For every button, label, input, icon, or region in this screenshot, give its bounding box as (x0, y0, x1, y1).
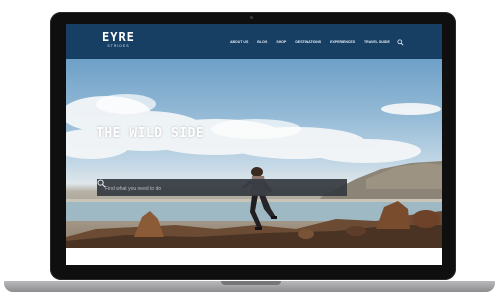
page-content-area (66, 248, 442, 265)
nav-item-destinations[interactable]: DESTINATIONS (295, 40, 321, 44)
laptop-notch (221, 281, 281, 285)
search-icon[interactable] (397, 39, 404, 46)
nav-item-about-us[interactable]: ABOUT US (230, 40, 248, 44)
hero-search-bar (97, 179, 347, 198)
logo-subtext: STRIDES (107, 44, 130, 48)
nav-item-travel-guide[interactable]: TRAVEL GUIDE (364, 40, 390, 44)
hero-search-input[interactable] (103, 179, 332, 198)
site-logo[interactable]: EYRE STRIDES (102, 31, 135, 49)
main-nav: ABOUT US BLOG SHOP DESTINATIONS EXPERIEN… (230, 39, 390, 45)
logo-text: EYRE (102, 30, 135, 44)
laptop-screen: EYRE STRIDES ABOUT US BLOG SHOP DESTINAT… (66, 24, 442, 265)
nav-item-experiences[interactable]: EXPERIENCES (330, 40, 355, 44)
hero-title: THE WILD SIDE (96, 126, 205, 141)
nav-item-blog[interactable]: BLOG (257, 40, 267, 44)
hero-photo (66, 94, 442, 248)
hero-banner: THE WILD SIDE (66, 59, 442, 248)
site-header: EYRE STRIDES ABOUT US BLOG SHOP DESTINAT… (66, 24, 442, 59)
search-icon[interactable] (97, 179, 106, 188)
nav-item-shop[interactable]: SHOP (276, 40, 286, 44)
webcam (250, 16, 253, 19)
